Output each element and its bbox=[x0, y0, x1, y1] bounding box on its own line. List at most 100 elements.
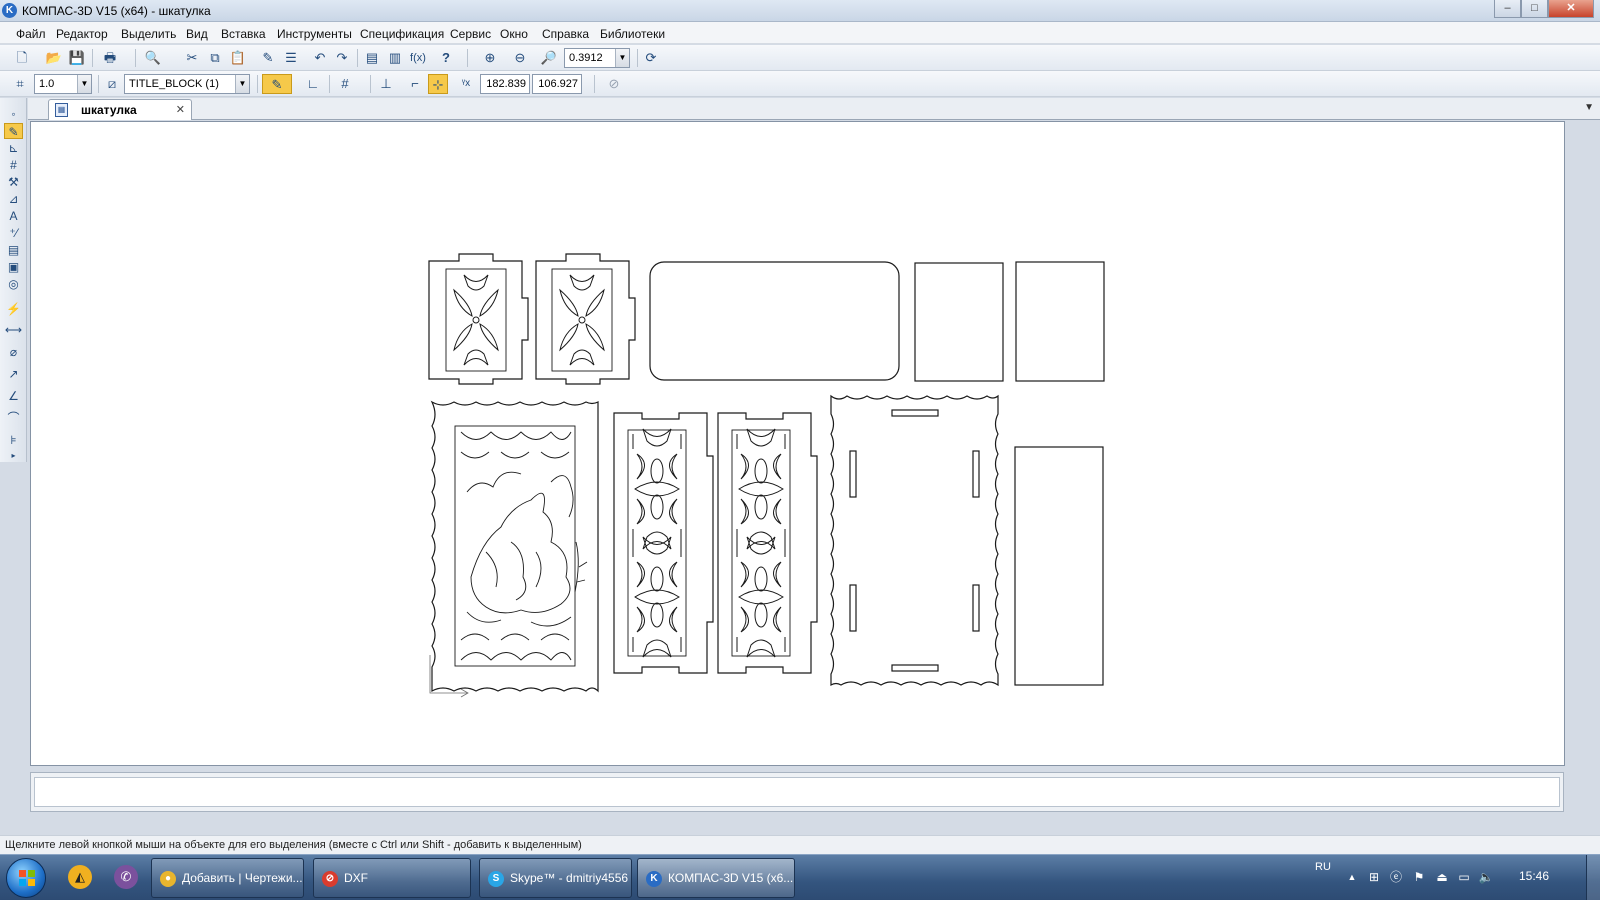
coord-x-field[interactable]: 182.839 bbox=[480, 74, 530, 94]
expand-arrow-icon[interactable]: ▸ bbox=[4, 448, 23, 464]
local-cs-icon[interactable]: ⊥ bbox=[376, 74, 396, 94]
help-pointer-button[interactable]: ? bbox=[436, 48, 456, 68]
geometry-icon[interactable]: ◦ bbox=[4, 106, 23, 122]
color-style-icon[interactable]: ✎ bbox=[262, 74, 292, 94]
ortho-mode-icon[interactable]: ⌐ bbox=[405, 74, 425, 94]
library-manager-icon[interactable]: ▥ bbox=[385, 48, 405, 68]
view-icon[interactable]: ▣ bbox=[4, 259, 23, 275]
menu-view[interactable]: Вид bbox=[186, 27, 208, 41]
cut-icon[interactable]: ✂ bbox=[182, 48, 202, 68]
menu-editor[interactable]: Редактор bbox=[56, 27, 108, 41]
windows-update-icon[interactable]: ⊞ bbox=[1366, 869, 1382, 885]
dimensions-icon[interactable]: # bbox=[4, 157, 23, 173]
snap-icon[interactable]: ⊹ bbox=[428, 74, 448, 94]
designations-icon[interactable]: ⚒ bbox=[4, 174, 23, 190]
grid-icon[interactable]: # bbox=[335, 74, 355, 94]
arc-dimension-icon[interactable]: ⌒ bbox=[4, 410, 23, 426]
orthogonal-icon[interactable]: ∟ bbox=[303, 74, 323, 94]
kompas-app-icon[interactable]: K bbox=[2, 3, 17, 18]
undo-icon[interactable]: ↶ bbox=[310, 48, 330, 68]
copy-icon[interactable]: ⧉ bbox=[205, 48, 225, 68]
task-kompas[interactable]: K КОМПАС-3D V15 (x6... bbox=[637, 858, 795, 898]
preview-icon[interactable]: 🔍 bbox=[143, 48, 163, 68]
tab-list-dropdown-icon[interactable]: ▼ bbox=[1584, 102, 1594, 113]
tab-document[interactable]: ▦ шкатулка ✕ bbox=[48, 99, 192, 120]
save-icon[interactable]: 💾 bbox=[67, 48, 87, 68]
radius-icon[interactable]: ↗ bbox=[4, 366, 23, 382]
open-folder-icon[interactable]: 📂 bbox=[44, 48, 64, 68]
measure-icon[interactable]: ⊿ bbox=[4, 191, 23, 207]
spec-icon[interactable]: ▤ bbox=[4, 242, 23, 258]
square-panel-left[interactable] bbox=[914, 262, 1004, 382]
menu-help[interactable]: Справка bbox=[542, 27, 589, 41]
viber-icon[interactable]: ✆ bbox=[114, 865, 138, 889]
usb-device-icon[interactable]: ⏏ bbox=[1434, 869, 1450, 885]
minimize-button[interactable]: – bbox=[1494, 0, 1521, 18]
front-panel-scalloped[interactable] bbox=[430, 400, 599, 693]
coord-y-field[interactable]: 106.927 bbox=[532, 74, 582, 94]
clock[interactable]: 15:46 bbox=[1519, 869, 1549, 883]
lid-panel[interactable] bbox=[649, 261, 900, 381]
tray-expand-icon[interactable]: ▲ bbox=[1344, 869, 1360, 885]
menu-window[interactable]: Окно bbox=[500, 27, 528, 41]
linear-dimension-icon[interactable]: ⟷ bbox=[4, 322, 23, 338]
volume-icon[interactable]: 🔈 bbox=[1478, 869, 1494, 885]
insert-icon[interactable]: ◎ bbox=[4, 276, 23, 292]
browser-tray-icon[interactable]: ⓔ bbox=[1388, 869, 1404, 885]
text-icon[interactable]: A bbox=[4, 208, 23, 224]
lightning-icon[interactable]: ⚡ bbox=[4, 301, 23, 317]
diameter-icon[interactable]: ⌀ bbox=[4, 344, 23, 360]
paste-icon[interactable]: 📋 bbox=[228, 48, 248, 68]
menu-insert[interactable]: Вставка bbox=[221, 27, 266, 41]
maximize-button[interactable]: □ bbox=[1521, 0, 1548, 18]
edit-icon[interactable]: ✎ bbox=[4, 123, 23, 139]
task-chrome[interactable]: ● Добавить | Чертежи... bbox=[151, 858, 304, 898]
task-dxf[interactable]: ⊘ DXF bbox=[313, 858, 471, 898]
cursor-step-icon[interactable]: ⌗ bbox=[10, 74, 30, 94]
chevron-down-icon[interactable]: ▼ bbox=[615, 49, 629, 67]
quicklaunch-app-icon[interactable]: ◭ bbox=[68, 865, 92, 889]
layer-icon[interactable]: ⧄ bbox=[102, 74, 122, 94]
parametrization-icon[interactable]: ⊾ bbox=[4, 140, 23, 156]
zoom-scale-icon[interactable]: 🔎 bbox=[539, 48, 559, 68]
print-icon[interactable]: 🖶 bbox=[100, 48, 120, 68]
menu-tools[interactable]: Инструменты bbox=[277, 27, 352, 41]
square-panel-right[interactable] bbox=[1015, 261, 1105, 382]
menu-service[interactable]: Сервис bbox=[450, 27, 491, 41]
menu-specification[interactable]: Спецификация bbox=[360, 27, 444, 41]
zoom-out-icon[interactable]: ⊖ bbox=[510, 48, 530, 68]
start-button[interactable] bbox=[6, 858, 46, 898]
side-panel-left[interactable] bbox=[613, 412, 714, 674]
new-document-icon[interactable]: 🗋 bbox=[12, 48, 32, 68]
chevron-down-icon[interactable]: ▼ bbox=[235, 75, 249, 93]
preview-mode-icon[interactable]: ⊘ bbox=[604, 74, 624, 94]
action-center-flag-icon[interactable]: ⚑ bbox=[1411, 869, 1427, 885]
property-panel-field[interactable] bbox=[34, 777, 1560, 807]
show-desktop-button[interactable] bbox=[1586, 855, 1600, 900]
network-icon[interactable]: ▭ bbox=[1456, 869, 1472, 885]
menu-libraries[interactable]: Библиотеки bbox=[600, 27, 665, 41]
end-panel-left[interactable] bbox=[428, 253, 529, 385]
drawing-canvas[interactable] bbox=[30, 121, 1565, 766]
layer-combo[interactable]: TITLE_BLOCK (1) ▼ bbox=[124, 74, 250, 94]
menu-select[interactable]: Выделить bbox=[121, 27, 176, 41]
variables-button[interactable]: f(x) bbox=[407, 48, 429, 68]
refresh-view-icon[interactable]: ⟳ bbox=[641, 48, 661, 68]
task-skype[interactable]: S Skype™ - dmitriy4556 bbox=[479, 858, 632, 898]
menu-file[interactable]: Файл bbox=[16, 27, 46, 41]
close-button[interactable]: ✕ bbox=[1548, 0, 1594, 18]
back-panel[interactable] bbox=[1014, 446, 1104, 686]
manager-icon[interactable]: ▤ bbox=[362, 48, 382, 68]
format-painter-icon[interactable]: ✎ bbox=[258, 48, 278, 68]
angle-icon[interactable]: ∠ bbox=[4, 388, 23, 404]
tab-close-icon[interactable]: ✕ bbox=[176, 103, 185, 116]
bottom-panel-scalloped[interactable] bbox=[830, 394, 999, 687]
zoom-window-icon[interactable]: ⊕ bbox=[480, 48, 500, 68]
side-panel-right[interactable] bbox=[717, 412, 818, 674]
step-combo[interactable]: 1.0 ▼ bbox=[34, 74, 92, 94]
chevron-down-icon[interactable]: ▼ bbox=[77, 75, 91, 93]
language-indicator[interactable]: RU bbox=[1315, 861, 1331, 873]
redo-icon[interactable]: ↷ bbox=[332, 48, 352, 68]
properties-icon[interactable]: ☰ bbox=[281, 48, 301, 68]
zoom-scale-combo[interactable]: 0.3912 ▼ bbox=[564, 48, 630, 68]
